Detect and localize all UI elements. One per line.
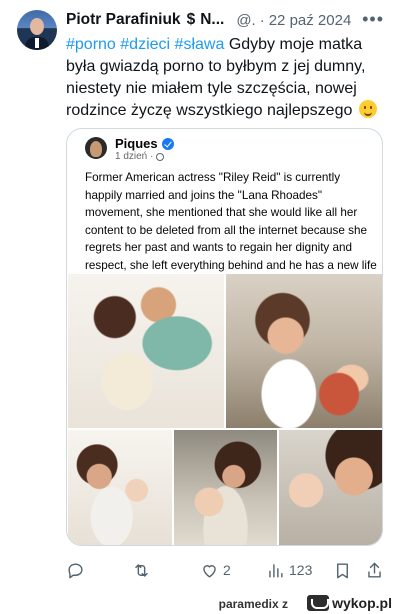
embedded-date: 1 dzień ·	[115, 151, 154, 162]
heart-icon	[203, 564, 216, 578]
hashtag-dzieci[interactable]: #dzieci	[120, 36, 170, 53]
reply-button[interactable]	[66, 558, 89, 582]
embedded-body: Former American actress "Riley Reid" is …	[85, 171, 377, 272]
retweet-button[interactable]	[132, 558, 155, 582]
tweet-text: #porno #dzieci #sława Gdyby moje matka b…	[66, 34, 386, 122]
hashtag-porno[interactable]: #porno	[66, 36, 116, 53]
share-icon	[368, 562, 381, 578]
reply-icon	[68, 562, 83, 578]
embedded-image-card[interactable]: Piques 1 dzień · Former American actress…	[66, 128, 383, 546]
like-count: 2	[223, 562, 231, 578]
views-icon	[269, 563, 283, 578]
watermark-user: paramedix	[218, 597, 279, 611]
author-handle[interactable]: @.	[236, 12, 255, 29]
like-button[interactable]: 2	[200, 558, 231, 582]
wykop-brand: wykop.pl	[332, 595, 392, 611]
watermark-footer: paramedix z wykop.pl	[0, 592, 400, 614]
avatar-face	[30, 18, 44, 35]
verified-badge-icon	[161, 137, 174, 150]
smiling-face-icon	[358, 100, 377, 118]
more-icon[interactable]: •••	[362, 10, 384, 28]
retweet-icon	[135, 563, 148, 577]
embedded-meta: 1 dzień ·	[115, 151, 165, 162]
avatar-tie	[35, 38, 39, 48]
tweet-date[interactable]: 22 paź 2024	[269, 12, 352, 29]
author-avatar[interactable]	[17, 10, 57, 50]
embedded-author: Piques	[115, 136, 174, 151]
photo-woman-holding-baby	[68, 430, 172, 545]
photo-couple-with-baby	[68, 274, 224, 428]
author-name-truncated[interactable]: N...	[200, 11, 224, 29]
embedded-author-name: Piques	[115, 136, 158, 151]
globe-icon	[156, 152, 165, 161]
action-bar: 2 123	[66, 558, 386, 582]
watermark-suffix: z	[282, 597, 288, 611]
wykop-logo: wykop.pl	[307, 594, 392, 612]
separator-dot: ·	[259, 11, 265, 29]
hashtag-slawa[interactable]: #sława	[175, 36, 225, 53]
photo-woman-with-baby	[226, 274, 382, 428]
views-count: 123	[289, 562, 313, 578]
photo-closeup-selfie	[279, 430, 382, 545]
author-name-icon: $	[186, 11, 196, 28]
author-name[interactable]: Piotr Parafiniuk	[66, 11, 181, 29]
watermark-source: paramedix z	[219, 597, 288, 611]
wykop-logo-icon	[307, 595, 330, 611]
tweet: Piotr Parafiniuk $ N... @. · 22 paź 2024…	[0, 0, 400, 592]
embedded-author-avatar	[85, 137, 107, 159]
bookmark-button[interactable]	[333, 558, 352, 582]
tweet-header: Piotr Parafiniuk $ N... @. · 22 paź 2024…	[66, 10, 386, 30]
views-button[interactable]: 123	[266, 558, 312, 582]
bookmark-icon	[337, 562, 348, 578]
share-button[interactable]	[365, 558, 384, 582]
photo-woman-baby-selfie	[174, 430, 277, 545]
